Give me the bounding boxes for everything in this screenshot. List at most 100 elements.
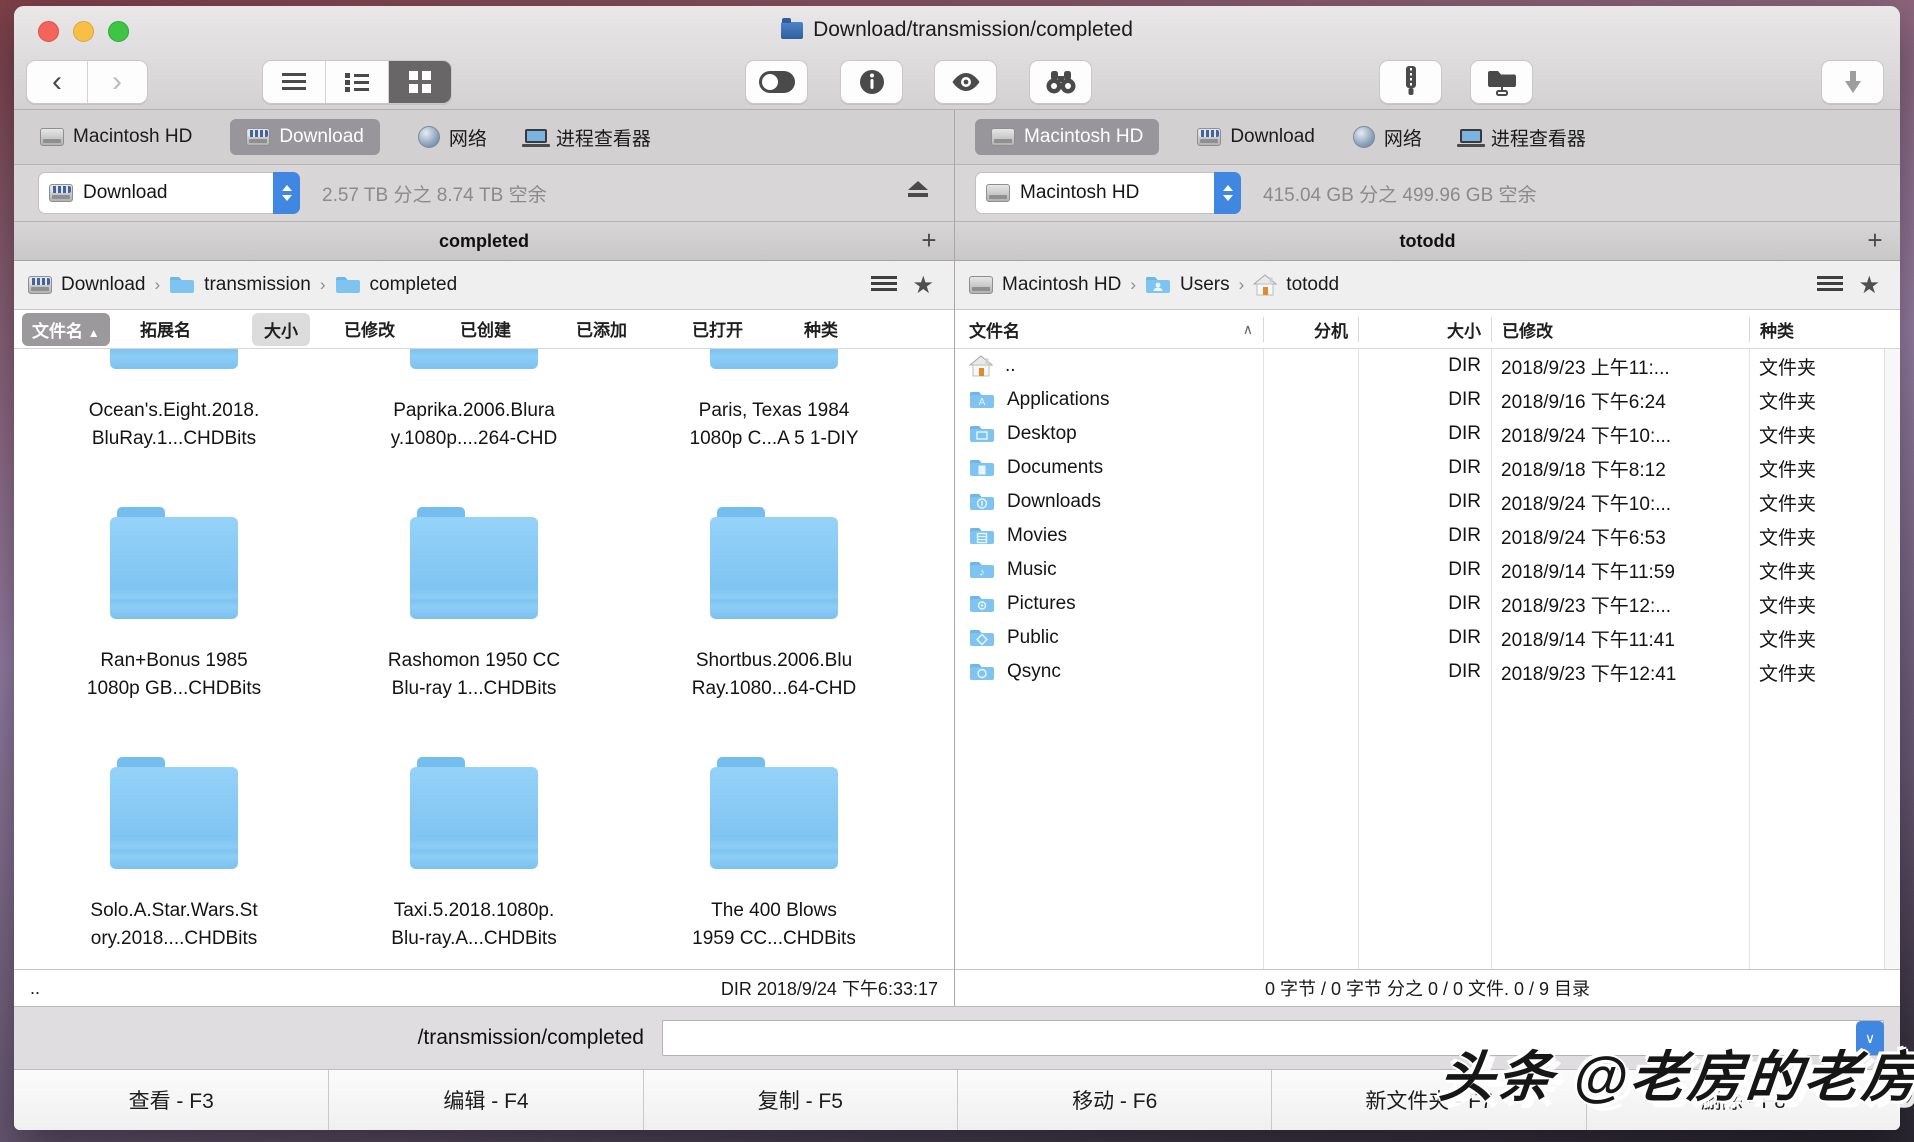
traffic-lights	[38, 21, 129, 42]
downloads-queue-button[interactable]	[1821, 60, 1884, 104]
tab-label: 进程查看器	[1491, 124, 1586, 151]
left-new-tab-button[interactable]: +	[914, 225, 944, 256]
right-favorites-button[interactable]: ★	[1858, 271, 1880, 300]
back-button[interactable]: ‹	[28, 61, 87, 103]
network-connect-button[interactable]	[1470, 60, 1533, 104]
pictures-folder-icon	[969, 594, 995, 614]
column-header-kind[interactable]: 种类	[804, 316, 838, 341]
view-mode-group	[262, 60, 452, 104]
column-header-modified[interactable]: 已修改	[344, 316, 395, 341]
toggle-switch-icon	[759, 71, 795, 93]
detail-view-button[interactable]	[325, 61, 388, 103]
file-row[interactable]: Documents DIR 2018/9/18 下午8:12 文件夹	[955, 451, 1900, 485]
status-current-item: ..	[30, 978, 40, 999]
laptop-icon	[1460, 129, 1482, 143]
left-pane: Macintosh HD Download 网络 进程查看器	[14, 110, 955, 1006]
left-tab-download[interactable]: Download	[230, 119, 380, 155]
view-f3-button[interactable]: 查看 - F3	[14, 1070, 328, 1130]
home-icon	[969, 355, 993, 377]
network-drive-icon	[1197, 128, 1221, 146]
breadcrumb-segment[interactable]: Download	[61, 274, 146, 296]
column-header-size[interactable]: 大小	[252, 313, 310, 346]
right-drive-row: Macintosh HD 415.04 GB 分之 499.96 GB 空余	[955, 165, 1900, 222]
edit-f4-button[interactable]: 编辑 - F4	[328, 1070, 642, 1130]
list-view-button[interactable]	[263, 61, 325, 103]
archive-button[interactable]	[1379, 60, 1442, 104]
file-row[interactable]: Qsync DIR 2018/9/23 下午12:41 文件夹	[955, 655, 1900, 689]
left-tab-macintosh-hd[interactable]: Macintosh HD	[40, 126, 192, 148]
folder-tile[interactable]: Ocean's.Eight.2018.BluRay.1...CHDBits	[24, 349, 324, 507]
left-drive-selector[interactable]: Download	[38, 172, 300, 214]
dual-pane-toggle-button[interactable]	[745, 60, 808, 104]
breadcrumb-segment[interactable]: Macintosh HD	[1002, 274, 1121, 296]
folder-tile[interactable]: Paprika.2006.Bluray.1080p....264-CHD	[324, 349, 624, 507]
column-header-kind[interactable]: 种类	[1749, 317, 1900, 342]
minimize-button[interactable]	[73, 21, 94, 42]
eject-icon	[908, 181, 928, 198]
eject-button[interactable]	[908, 181, 928, 203]
column-header-modified[interactable]: 已修改	[1491, 317, 1749, 342]
file-row[interactable]: Downloads DIR 2018/9/24 下午10:... 文件夹	[955, 485, 1900, 519]
right-tab-network[interactable]: 网络	[1353, 124, 1422, 151]
column-header-added[interactable]: 已添加	[576, 316, 627, 341]
desktop-folder-icon	[969, 424, 995, 444]
documents-folder-icon	[969, 458, 995, 478]
file-row[interactable]: Public DIR 2018/9/14 下午11:41 文件夹	[955, 621, 1900, 655]
globe-icon	[418, 126, 440, 148]
column-header-extension[interactable]: 分机	[1263, 317, 1358, 342]
file-row[interactable]: Desktop DIR 2018/9/24 下午10:... 文件夹	[955, 417, 1900, 451]
network-drive-icon	[28, 276, 52, 294]
right-tab-bar: Macintosh HD Download 网络 进程查看器	[955, 110, 1900, 165]
folder-tile[interactable]: Shortbus.2006.BluRay.1080...64-CHD	[624, 507, 924, 757]
quicklook-button[interactable]	[934, 60, 997, 104]
left-folder-tab[interactable]: completed	[439, 231, 529, 252]
right-drive-selector[interactable]: Macintosh HD	[975, 172, 1241, 214]
zipper-icon	[1402, 66, 1420, 98]
left-column-headers: 文件名 ▲ 拓展名 大小 已修改 已创建 已添加 已打开 种类	[14, 310, 954, 349]
breadcrumb-segment[interactable]: totodd	[1286, 274, 1339, 296]
status-summary: 0 字节 / 0 字节 分之 0 / 0 文件. 0 / 9 目录	[1265, 975, 1590, 1001]
folder-tile[interactable]: The 400 Blows1959 CC...CHDBits	[624, 757, 924, 969]
forward-button[interactable]: ›	[87, 61, 147, 103]
search-button[interactable]	[1029, 60, 1092, 104]
right-view-options-button[interactable]	[1817, 275, 1843, 295]
right-tab-macintosh-hd[interactable]: Macintosh HD	[975, 119, 1159, 155]
drive-stepper[interactable]	[273, 172, 300, 214]
status-item-details: DIR 2018/9/24 下午6:33:17	[721, 975, 938, 1001]
folder-tile[interactable]: Solo.A.Star.Wars.Story.2018....CHDBits	[24, 757, 324, 969]
file-row[interactable]: Pictures DIR 2018/9/23 下午12:... 文件夹	[955, 587, 1900, 621]
folder-tile[interactable]: Paris, Texas 19841080p C...A 5 1-DIY	[624, 349, 924, 507]
right-folder-tab[interactable]: totodd	[1400, 231, 1456, 252]
right-new-tab-button[interactable]: +	[1860, 225, 1890, 256]
folder-tile[interactable]: Rashomon 1950 CCBlu-ray 1...CHDBits	[324, 507, 624, 757]
copy-f5-button[interactable]: 复制 - F5	[643, 1070, 957, 1130]
column-header-opened[interactable]: 已打开	[692, 316, 743, 341]
left-favorites-button[interactable]: ★	[912, 271, 934, 300]
breadcrumb-segment[interactable]: transmission	[204, 274, 311, 296]
folder-tile[interactable]: Ran+Bonus 19851080p GB...CHDBits	[24, 507, 324, 757]
left-tab-network[interactable]: 网络	[418, 124, 487, 151]
right-tab-process-viewer[interactable]: 进程查看器	[1460, 124, 1586, 151]
column-header-extension[interactable]: 拓展名	[140, 316, 191, 341]
left-view-options-button[interactable]	[871, 275, 897, 295]
folder-tile[interactable]: Taxi.5.2018.1080p.Blu-ray.A...CHDBits	[324, 757, 624, 969]
breadcrumb-segment[interactable]: completed	[370, 274, 458, 296]
zoom-button[interactable]	[108, 21, 129, 42]
info-button[interactable]	[840, 60, 903, 104]
left-tab-process-viewer[interactable]: 进程查看器	[525, 124, 651, 151]
move-f6-button[interactable]: 移动 - F6	[957, 1070, 1271, 1130]
column-header-size[interactable]: 大小	[1358, 317, 1491, 342]
column-header-filename[interactable]: 文件名 ▲	[22, 313, 110, 346]
close-button[interactable]	[38, 21, 59, 42]
column-header-filename[interactable]: 文件名∧	[955, 317, 1263, 342]
grid-view-button[interactable]	[388, 61, 451, 103]
breadcrumb-segment[interactable]: Users	[1180, 274, 1230, 296]
drive-stepper[interactable]	[1214, 172, 1241, 214]
file-row[interactable]: AApplications DIR 2018/9/16 下午6:24 文件夹	[955, 383, 1900, 417]
column-header-created[interactable]: 已创建	[460, 316, 511, 341]
file-row[interactable]: Movies DIR 2018/9/24 下午6:53 文件夹	[955, 519, 1900, 553]
right-tab-download[interactable]: Download	[1197, 126, 1315, 148]
globe-icon	[1353, 126, 1375, 148]
file-row[interactable]: ♪Music DIR 2018/9/14 下午11:59 文件夹	[955, 553, 1900, 587]
file-row-parent[interactable]: .. DIR 2018/9/23 上午11:... 文件夹	[955, 349, 1900, 383]
